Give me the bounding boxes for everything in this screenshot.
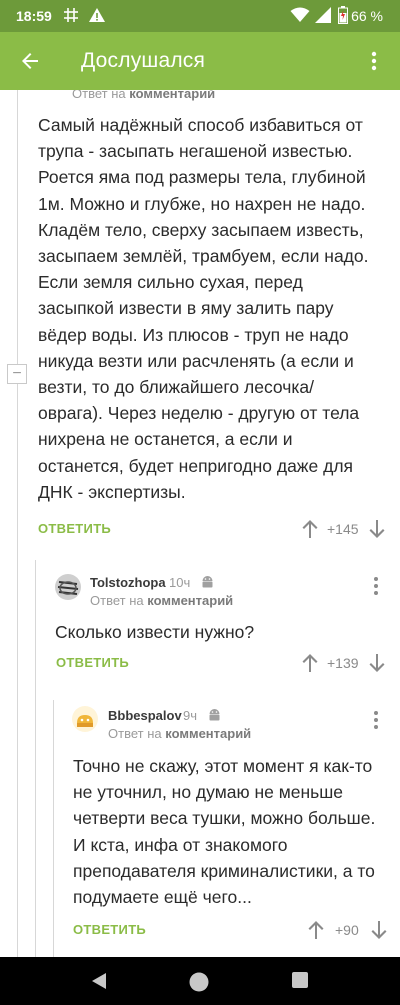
reply-button[interactable]: ОТВЕТИТЬ	[73, 922, 146, 937]
avatar[interactable]	[55, 574, 81, 600]
thread-line	[35, 560, 36, 957]
comment-actions: ОТВЕТИТЬ +90	[0, 916, 400, 944]
reply-button[interactable]: ОТВЕТИТЬ	[38, 521, 111, 536]
warning-icon	[88, 6, 106, 27]
page-title: Дослушался	[81, 49, 206, 72]
rating-score: +145	[327, 521, 359, 537]
rating-score: +90	[335, 922, 359, 938]
comment-text: Самый надёжный способ избавиться от труп…	[38, 115, 369, 502]
battery-percent: 66 %	[351, 8, 383, 24]
avatar[interactable]	[72, 706, 98, 732]
app-bar: Дослушался	[0, 32, 400, 90]
comments-thread[interactable]: − Ответ на комментарий Самый надёжный сп…	[0, 90, 400, 957]
status-time: 18:59	[16, 8, 52, 24]
rating-score: +139	[327, 655, 359, 671]
android-icon	[207, 707, 222, 722]
comment-author[interactable]: Tolstozhopa	[90, 575, 166, 590]
arrow-left-icon[interactable]	[18, 49, 42, 73]
reply-to-line: Ответ на комментарий	[72, 90, 216, 101]
more-vertical-icon[interactable]	[373, 576, 379, 596]
reply-to-line: Ответ на комментарий	[108, 726, 252, 741]
battery-icon	[338, 6, 348, 27]
arrow-down-icon[interactable]	[368, 653, 386, 673]
arrow-up-icon[interactable]	[307, 920, 325, 940]
comment-author[interactable]: Bbbespalov	[108, 708, 182, 723]
arrow-up-icon[interactable]	[301, 519, 319, 539]
reply-to-line: Ответ на комментарий	[90, 593, 234, 608]
comment-time: 10ч	[169, 575, 191, 590]
wifi-icon	[290, 6, 310, 27]
system-nav-bar	[0, 957, 400, 1005]
more-vertical-icon[interactable]	[362, 49, 386, 73]
arrow-down-icon[interactable]	[368, 519, 386, 539]
more-vertical-icon[interactable]	[373, 710, 379, 730]
nav-home-icon[interactable]	[188, 971, 210, 998]
nav-recents-icon[interactable]	[291, 971, 309, 994]
collapse-thread-button[interactable]: −	[7, 364, 27, 384]
status-bar: 18:59 66 %	[0, 0, 400, 32]
android-icon	[200, 574, 215, 589]
signal-icon	[314, 6, 332, 27]
arrow-down-icon[interactable]	[370, 920, 388, 940]
comment-text: Сколько извести нужно?	[55, 622, 255, 642]
reply-button[interactable]: ОТВЕТИТЬ	[56, 655, 129, 670]
arrow-up-icon[interactable]	[301, 653, 319, 673]
nav-back-icon[interactable]	[90, 971, 108, 996]
comment-actions: ОТВЕТИТЬ +139	[0, 649, 400, 677]
hash-grid-icon	[62, 6, 80, 27]
comment-actions: ОТВЕТИТЬ +145	[0, 515, 400, 543]
comment-time: 9ч	[183, 708, 198, 723]
comment-text: Точно не скажу, этот момент я как-то не …	[73, 756, 376, 908]
